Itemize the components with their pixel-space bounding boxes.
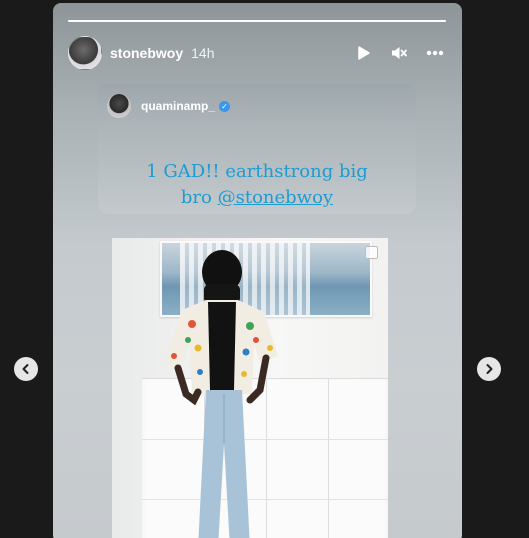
mute-button[interactable] — [388, 42, 410, 64]
shared-post-username[interactable]: quaminamp_ — [141, 99, 215, 113]
verified-badge-icon: ✓ — [219, 100, 231, 112]
previous-story-button[interactable] — [14, 357, 38, 381]
chevron-right-icon — [486, 364, 493, 374]
caption-line-2: bro @stonebwoy — [98, 185, 416, 211]
person-figure — [164, 250, 278, 538]
story-caption: 1 GAD!! earthstrong big bro @stonebwoy — [98, 159, 416, 211]
caption-mention-link[interactable]: @stonebwoy — [218, 187, 334, 208]
muted-speaker-icon — [392, 47, 407, 59]
shared-post-header: quaminamp_ ✓ — [107, 94, 231, 118]
next-story-button[interactable] — [477, 357, 501, 381]
shared-post-card[interactable]: quaminamp_ ✓ 1 GAD!! earthstrong big bro… — [98, 84, 416, 214]
play-icon — [358, 46, 370, 60]
play-button[interactable] — [352, 42, 374, 64]
caption-prefix: bro — [180, 187, 218, 208]
avatar[interactable] — [68, 36, 102, 70]
story-viewer: stonebwoy 14h quaminamp_ ✓ 1 GAD!! earth… — [0, 0, 529, 538]
chevron-left-icon — [22, 364, 29, 374]
story-progress-bar — [68, 20, 446, 22]
story-progress-fill — [68, 20, 446, 22]
cabinet-seam — [328, 379, 329, 538]
select-checkbox[interactable] — [365, 246, 378, 259]
more-options-button[interactable] — [424, 42, 446, 64]
story-username[interactable]: stonebwoy — [110, 45, 183, 61]
shared-post-avatar[interactable] — [107, 94, 131, 118]
caption-line-1: 1 GAD!! earthstrong big — [146, 161, 368, 182]
story-header: stonebwoy 14h — [68, 36, 446, 70]
story-frame[interactable]: stonebwoy 14h quaminamp_ ✓ 1 GAD!! earth… — [53, 3, 462, 538]
story-timestamp: 14h — [191, 45, 215, 61]
story-controls — [352, 42, 446, 64]
more-dots-icon — [426, 50, 444, 56]
shared-post-photo — [112, 238, 388, 538]
